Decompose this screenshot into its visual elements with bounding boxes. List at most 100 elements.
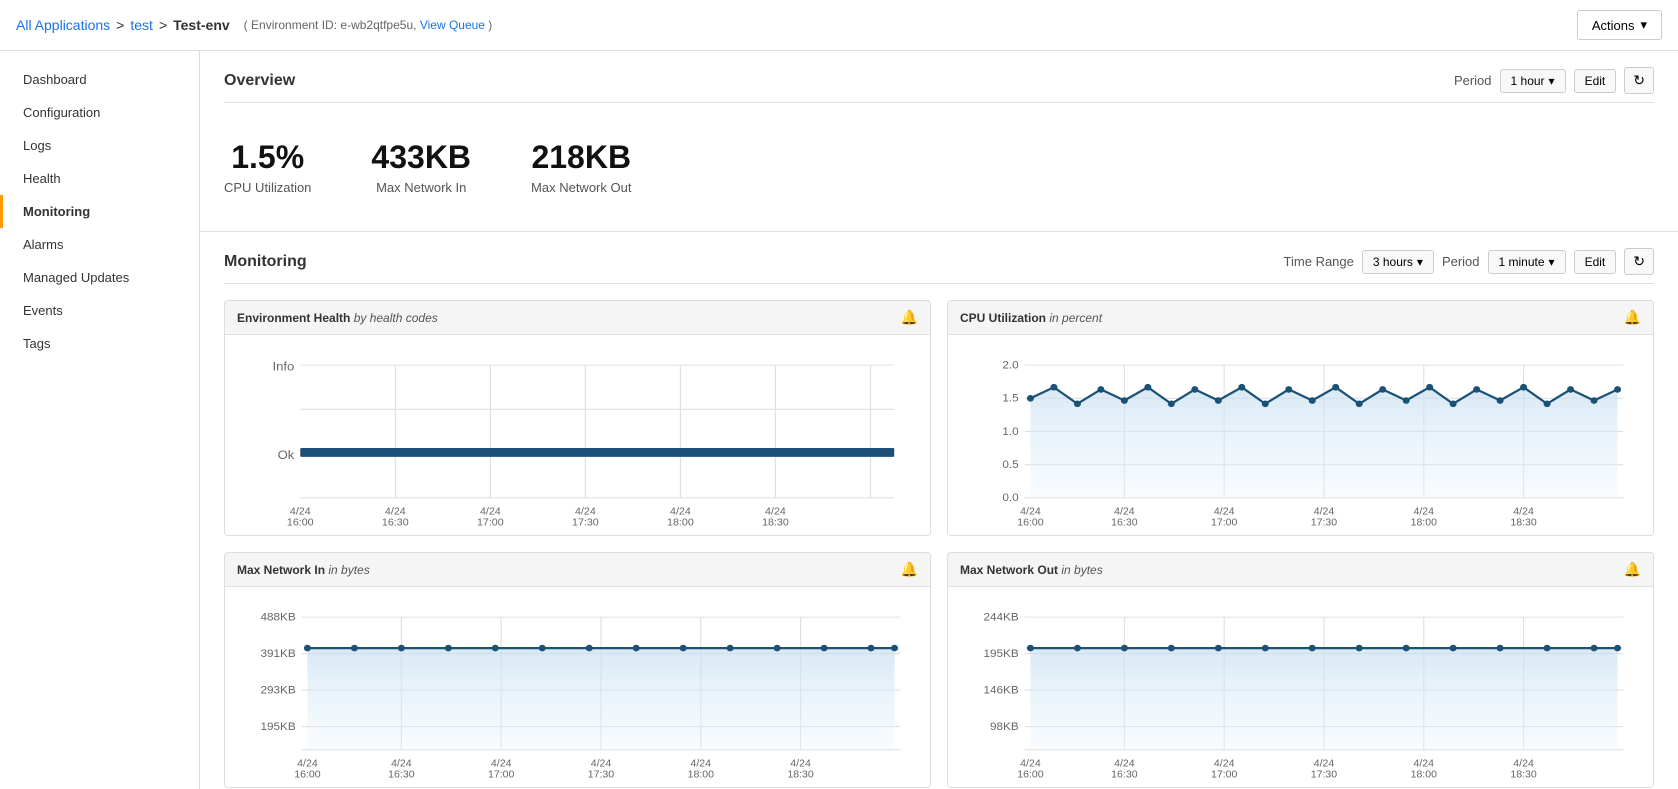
- overview-refresh-btn[interactable]: ↻: [1624, 67, 1654, 94]
- time-range-btn[interactable]: 3 hours ▾: [1362, 250, 1434, 274]
- svg-text:Info: Info: [273, 360, 295, 373]
- svg-text:4/24: 4/24: [1513, 759, 1534, 770]
- svg-text:4/24: 4/24: [1114, 759, 1135, 770]
- chart-cpu-util: CPU Utilization in percent 🔔: [947, 300, 1654, 536]
- svg-text:17:00: 17:00: [488, 770, 515, 781]
- chart-max-net-out: Max Network Out in bytes 🔔: [947, 552, 1654, 788]
- app-name-link[interactable]: test: [130, 17, 153, 33]
- svg-text:16:30: 16:30: [388, 770, 415, 781]
- svg-text:146KB: 146KB: [983, 685, 1018, 697]
- svg-text:17:00: 17:00: [477, 518, 504, 529]
- svg-text:16:00: 16:00: [287, 518, 314, 529]
- metric-net-out: 218KB Max Network Out: [531, 139, 631, 195]
- svg-text:4/24: 4/24: [391, 759, 412, 770]
- svg-text:4/24: 4/24: [480, 507, 501, 518]
- svg-text:195KB: 195KB: [983, 648, 1018, 660]
- sidebar-item-health[interactable]: Health: [0, 162, 199, 195]
- svg-text:4/24: 4/24: [790, 759, 811, 770]
- chart-cpu-util-body: 2.0 1.5 1.0 0.5 0.0: [948, 335, 1653, 535]
- chart-cpu-util-svg: 2.0 1.5 1.0 0.5 0.0: [960, 343, 1641, 531]
- svg-text:4/24: 4/24: [1020, 759, 1041, 770]
- chart-max-net-in-title: Max Network In in bytes: [237, 563, 370, 577]
- actions-label: Actions: [1592, 18, 1635, 33]
- svg-text:4/24: 4/24: [491, 759, 512, 770]
- view-queue-link[interactable]: View Queue: [420, 18, 485, 32]
- svg-text:4/24: 4/24: [691, 759, 712, 770]
- overview-refresh-icon: ↻: [1633, 72, 1645, 88]
- monitoring-section: Monitoring Time Range 3 hours ▾ Period 1…: [200, 232, 1678, 789]
- period-dropdown-icon: ▾: [1549, 74, 1555, 88]
- env-id-label: Environment ID:: [251, 18, 337, 32]
- svg-text:16:00: 16:00: [294, 770, 321, 781]
- overview-header: Overview Period 1 hour ▾ Edit ↻: [224, 67, 1654, 103]
- svg-text:17:30: 17:30: [1311, 518, 1338, 529]
- svg-text:17:00: 17:00: [1211, 518, 1238, 529]
- svg-text:17:30: 17:30: [1311, 770, 1338, 781]
- sidebar-item-dashboard[interactable]: Dashboard: [0, 63, 199, 96]
- monitoring-controls: Time Range 3 hours ▾ Period 1 minute ▾ E…: [1284, 248, 1654, 275]
- all-apps-link[interactable]: All Applications: [16, 17, 110, 33]
- bell-icon-net-out[interactable]: 🔔: [1624, 561, 1641, 578]
- svg-text:17:30: 17:30: [572, 518, 599, 529]
- svg-text:4/24: 4/24: [670, 507, 691, 518]
- svg-text:Ok: Ok: [278, 449, 295, 462]
- svg-text:16:30: 16:30: [382, 518, 409, 529]
- svg-text:488KB: 488KB: [260, 612, 295, 624]
- bell-icon-cpu[interactable]: 🔔: [1624, 309, 1641, 326]
- svg-text:0.5: 0.5: [1002, 459, 1018, 471]
- chart-env-health: Environment Health by health codes 🔔: [224, 300, 931, 536]
- sidebar-item-logs[interactable]: Logs: [0, 129, 199, 162]
- svg-text:4/24: 4/24: [1314, 507, 1335, 518]
- svg-text:4/24: 4/24: [765, 507, 786, 518]
- svg-text:18:00: 18:00: [688, 770, 715, 781]
- svg-text:16:00: 16:00: [1017, 770, 1044, 781]
- metrics-row: 1.5% CPU Utilization 433KB Max Network I…: [224, 119, 1654, 215]
- svg-text:4/24: 4/24: [591, 759, 612, 770]
- svg-text:16:30: 16:30: [1111, 770, 1138, 781]
- svg-text:4/24: 4/24: [1214, 759, 1235, 770]
- svg-text:4/24: 4/24: [385, 507, 406, 518]
- sidebar-item-events[interactable]: Events: [0, 294, 199, 327]
- svg-text:18:30: 18:30: [762, 518, 789, 529]
- sidebar-item-configuration[interactable]: Configuration: [0, 96, 199, 129]
- monitoring-refresh-icon: ↻: [1633, 253, 1645, 269]
- svg-text:4/24: 4/24: [1214, 507, 1235, 518]
- overview-section: Overview Period 1 hour ▾ Edit ↻: [200, 51, 1678, 232]
- charts-grid: Environment Health by health codes 🔔: [224, 300, 1654, 788]
- chart-cpu-util-header: CPU Utilization in percent 🔔: [948, 301, 1653, 335]
- svg-text:391KB: 391KB: [260, 648, 295, 660]
- bell-icon-net-in[interactable]: 🔔: [901, 561, 918, 578]
- monitoring-period-dropdown-icon: ▾: [1549, 255, 1555, 269]
- monitoring-period-btn[interactable]: 1 minute ▾: [1488, 250, 1566, 274]
- svg-text:4/24: 4/24: [1414, 507, 1435, 518]
- svg-text:4/24: 4/24: [1020, 507, 1041, 518]
- svg-text:18:30: 18:30: [787, 770, 814, 781]
- svg-text:18:30: 18:30: [1510, 770, 1537, 781]
- chart-max-net-in: Max Network In in bytes 🔔: [224, 552, 931, 788]
- page-layout: Dashboard Configuration Logs Health Moni…: [0, 51, 1678, 789]
- metric-cpu: 1.5% CPU Utilization: [224, 139, 311, 195]
- sidebar-item-tags[interactable]: Tags: [0, 327, 199, 360]
- monitoring-title: Monitoring: [224, 253, 307, 271]
- time-range-value: 3 hours: [1373, 255, 1413, 269]
- svg-text:18:30: 18:30: [1510, 518, 1537, 529]
- bell-icon-env-health[interactable]: 🔔: [901, 309, 918, 326]
- overview-edit-btn[interactable]: Edit: [1574, 69, 1617, 93]
- sidebar-item-monitoring[interactable]: Monitoring: [0, 195, 199, 228]
- actions-button[interactable]: Actions ▾: [1577, 10, 1662, 40]
- sidebar-item-alarms[interactable]: Alarms: [0, 228, 199, 261]
- env-name: Test-env: [173, 17, 230, 33]
- env-id-value: e-wb2qtfpe5u,: [340, 18, 416, 32]
- overview-period-btn[interactable]: 1 hour ▾: [1500, 69, 1566, 93]
- monitoring-refresh-btn[interactable]: ↻: [1624, 248, 1654, 275]
- svg-text:16:00: 16:00: [1017, 518, 1044, 529]
- metric-cpu-label: CPU Utilization: [224, 180, 311, 195]
- monitoring-edit-btn[interactable]: Edit: [1574, 250, 1617, 274]
- chart-max-net-out-header: Max Network Out in bytes 🔔: [948, 553, 1653, 587]
- svg-text:4/24: 4/24: [1513, 507, 1534, 518]
- sidebar-item-managed-updates[interactable]: Managed Updates: [0, 261, 199, 294]
- chart-max-net-in-body: 488KB 391KB 293KB 195KB: [225, 587, 930, 787]
- overview-controls: Period 1 hour ▾ Edit ↻: [1454, 67, 1654, 94]
- svg-text:17:30: 17:30: [588, 770, 615, 781]
- overview-edit-label: Edit: [1585, 74, 1606, 88]
